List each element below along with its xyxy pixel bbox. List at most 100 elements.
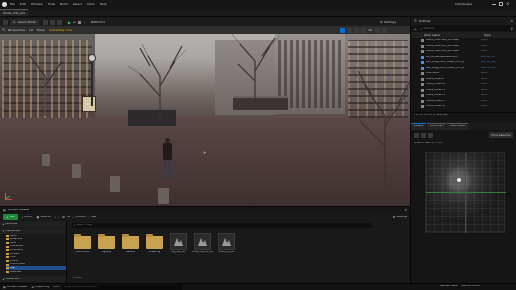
item-label: CARS_CGNE74 xyxy=(426,105,446,108)
folder-icon xyxy=(146,234,163,249)
asset-tile[interactable]: Environment xyxy=(72,233,93,253)
play-icon[interactable]: ▶ xyxy=(68,20,71,25)
show-actors-icon[interactable] xyxy=(414,132,419,138)
map-pin-icon xyxy=(457,178,461,182)
item-label: BPP_Bldg_Hero_Tower_CHC_B xyxy=(426,66,465,69)
grid-snap-icon[interactable] xyxy=(361,28,366,33)
world-partition-map[interactable] xyxy=(425,152,506,233)
tab-details-label: Details xyxy=(414,125,423,128)
step-icon[interactable]: ⏭ xyxy=(73,20,76,24)
tab-details[interactable]: Details xyxy=(411,122,426,130)
close-outliner-icon[interactable]: ✕ xyxy=(510,19,513,23)
level-viewport[interactable]: + ☰ Perspective Lit Show Scalability: Lo… xyxy=(0,26,410,206)
content-browser: ▤ Content Browser ✕ + Add ⤓ Import ▣ Sav… xyxy=(0,206,410,284)
settings-dropdown[interactable]: ⚙ Settings xyxy=(380,20,396,24)
tab-world-settings[interactable]: World Setti xyxy=(447,122,468,130)
camera-speed-icon[interactable] xyxy=(374,28,380,33)
derived-data-label[interactable]: Derived Data xyxy=(440,285,457,288)
content-browser-toolbar: + Add ⤓ Import ▣ Save All ‹ › ▬ All › Co… xyxy=(0,213,410,221)
outliner-search-input[interactable]: ⌕ Search... xyxy=(418,26,509,31)
lit-button[interactable]: Lit xyxy=(29,29,33,32)
tree-item[interactable]: Materials xyxy=(6,270,66,274)
menu-select[interactable]: Select xyxy=(73,3,82,6)
blueprint-icon[interactable] xyxy=(49,19,55,25)
source-control-label[interactable]: Source Control xyxy=(461,285,480,288)
maximize-viewport-icon[interactable] xyxy=(381,28,387,33)
asset-tile[interactable]: Big_City_LVL xyxy=(168,233,189,253)
list-item[interactable]: CARS_CGNE74 Actor xyxy=(411,104,516,110)
perspective-button[interactable]: Perspective xyxy=(8,29,25,32)
force-selection-label: Force Selection xyxy=(491,133,511,137)
asset-tile[interactable]: Small_City_LVL_BuiltData xyxy=(192,233,213,253)
minimize-icon[interactable] xyxy=(492,3,496,5)
folder-icon xyxy=(6,241,9,244)
character xyxy=(162,138,172,180)
import-button[interactable]: ⤓ Import xyxy=(22,215,33,219)
folder-icon xyxy=(6,252,9,255)
filter-icon[interactable]: ⚲ xyxy=(511,27,513,31)
breadcrumb-item[interactable]: Map xyxy=(91,216,96,219)
menu-actor[interactable]: Actor xyxy=(87,3,95,6)
cmd-dropdown[interactable]: Cmd xyxy=(53,286,59,289)
column-type[interactable]: Type xyxy=(484,34,491,37)
content-drawer-button[interactable]: ▤ Content Drawer xyxy=(3,285,27,289)
show-grid-icon[interactable] xyxy=(428,132,433,138)
maximize-icon[interactable] xyxy=(499,2,503,6)
show-button[interactable]: Show xyxy=(37,29,45,32)
menu-tools[interactable]: Tools xyxy=(48,3,55,6)
grid-snap-value[interactable]: 10 xyxy=(368,29,372,32)
load-cells-icon[interactable] xyxy=(421,132,426,138)
close-content-browser-icon[interactable]: ✕ xyxy=(404,208,407,212)
select-mode-dropdown[interactable]: ➤ Select Mode xyxy=(10,19,39,25)
asset-search-input[interactable]: ⌕ Search Map xyxy=(72,222,372,228)
breadcrumb-item[interactable]: Content xyxy=(75,216,85,219)
translate-icon[interactable] xyxy=(340,28,345,33)
column-item-label[interactable]: Item Label xyxy=(414,34,484,37)
tree-item-label: Cinematics xyxy=(10,248,24,251)
tab-level[interactable]: Small_City_LVL xyxy=(0,9,29,16)
scalability-warning: Scalability: Low xyxy=(48,28,72,32)
menu-window[interactable]: Window xyxy=(31,3,43,6)
menu-help[interactable]: Help xyxy=(100,3,107,6)
folder-icon xyxy=(6,256,9,259)
back-icon[interactable]: ‹ xyxy=(55,215,56,219)
item-type: Actor xyxy=(481,94,488,97)
close-icon[interactable]: ✕ xyxy=(506,2,509,6)
asset-name: Lighting xyxy=(102,251,111,253)
select-mode-label: Select Mode xyxy=(17,20,36,24)
rotate-icon[interactable] xyxy=(347,28,352,33)
add-filter-icon[interactable]: + xyxy=(414,27,417,31)
cb-settings-button[interactable]: ⚙ Settings xyxy=(393,215,407,219)
breadcrumb-item[interactable]: All xyxy=(67,216,70,219)
add-actor-icon[interactable] xyxy=(42,19,48,25)
asset-tile[interactable]: Material xyxy=(120,233,141,253)
save-all-button[interactable]: ▣ Save All xyxy=(36,215,50,219)
asset-tile[interactable]: Lighting xyxy=(96,233,117,253)
save-all-icon: ▣ xyxy=(36,215,40,219)
add-button[interactable]: + Add xyxy=(3,214,18,220)
console-input[interactable]: Enter Console Command xyxy=(62,284,183,290)
actor-icon xyxy=(421,44,424,48)
collections-header[interactable]: ▸ Collections xyxy=(0,276,66,282)
menu-file[interactable]: File xyxy=(10,3,15,6)
map-grid xyxy=(426,153,506,233)
save-icon[interactable] xyxy=(3,19,8,25)
platforms-dropdown[interactable]: Platforms xyxy=(91,21,105,24)
forward-icon[interactable]: › xyxy=(58,215,59,219)
cmd-label: Cmd xyxy=(53,285,60,288)
stop-icon[interactable] xyxy=(77,20,81,24)
asset-tile[interactable]: Streaming xyxy=(144,233,165,253)
favorites-header[interactable]: ▸ Favorites xyxy=(0,221,66,227)
hamburger-icon[interactable]: ☰ xyxy=(2,28,5,32)
asset-tile[interactable]: Small_City_LVL xyxy=(216,233,237,253)
title-bar: File Edit Window Tools Build Select Acto… xyxy=(0,0,516,9)
item-type: Actor xyxy=(481,105,488,108)
more-icon[interactable]: ⋮ xyxy=(83,20,86,24)
tab-world-partition[interactable]: World Part xyxy=(427,122,447,130)
cinematics-icon[interactable] xyxy=(56,19,62,25)
force-selection-button[interactable]: Force Selection xyxy=(489,131,513,139)
menu-build[interactable]: Build xyxy=(60,3,68,6)
scale-icon[interactable] xyxy=(354,28,359,33)
output-log-button[interactable]: ≡ Output Log xyxy=(31,285,49,289)
menu-edit[interactable]: Edit xyxy=(20,3,26,6)
